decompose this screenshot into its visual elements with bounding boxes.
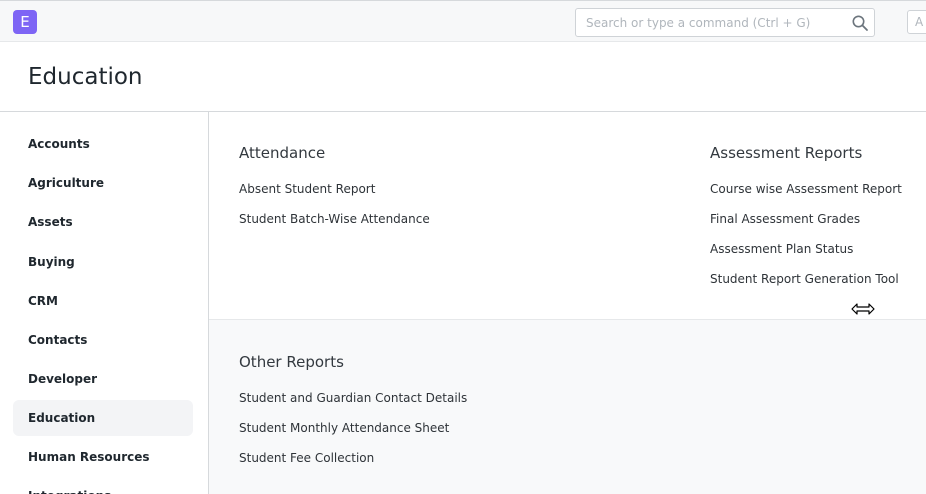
avatar[interactable]: A <box>907 10 926 34</box>
link-student-and-guardian-contact-details[interactable]: Student and Guardian Contact Details <box>239 391 467 405</box>
link-absent-student-report[interactable]: Absent Student Report <box>239 182 375 196</box>
page-title: Education <box>28 64 143 90</box>
sidebar-item-assets[interactable]: Assets <box>13 204 193 240</box>
sidebar: Accounts Agriculture Assets Buying CRM C… <box>0 112 209 494</box>
sidebar-item-contacts[interactable]: Contacts <box>13 322 193 358</box>
search-input[interactable] <box>576 9 846 36</box>
assessment-reports-card-title: Assessment Reports <box>710 144 863 162</box>
link-student-batch-wise-attendance[interactable]: Student Batch-Wise Attendance <box>239 212 430 226</box>
link-student-report-generation-tool[interactable]: Student Report Generation Tool <box>710 272 899 286</box>
reports-section-top: Attendance Absent Student Report Student… <box>209 112 926 320</box>
sidebar-item-crm[interactable]: CRM <box>13 283 193 319</box>
link-course-wise-assessment-report[interactable]: Course wise Assessment Report <box>710 182 902 196</box>
link-student-monthly-attendance-sheet[interactable]: Student Monthly Attendance Sheet <box>239 421 449 435</box>
sidebar-item-developer[interactable]: Developer <box>13 361 193 397</box>
main-content: Attendance Absent Student Report Student… <box>209 112 926 494</box>
link-final-assessment-grades[interactable]: Final Assessment Grades <box>710 212 860 226</box>
reports-section-bottom: Other Reports Student and Guardian Conta… <box>209 320 926 494</box>
link-assessment-plan-status[interactable]: Assessment Plan Status <box>710 242 853 256</box>
sidebar-item-accounts[interactable]: Accounts <box>13 126 193 162</box>
navbar: E A <box>0 0 926 42</box>
attendance-card-title: Attendance <box>239 144 326 162</box>
search-icon[interactable] <box>851 14 869 32</box>
sidebar-item-integrations[interactable]: Integrations <box>13 478 193 494</box>
sidebar-item-education[interactable]: Education <box>13 400 193 436</box>
page-header: Education <box>0 42 926 112</box>
app-logo[interactable]: E <box>13 10 37 34</box>
link-student-fee-collection[interactable]: Student Fee Collection <box>239 451 374 465</box>
resize-cursor-icon <box>851 303 875 315</box>
search-bar[interactable] <box>575 8 875 37</box>
sidebar-item-agriculture[interactable]: Agriculture <box>13 165 193 201</box>
other-reports-card-title: Other Reports <box>239 353 344 371</box>
sidebar-item-human-resources[interactable]: Human Resources <box>13 439 193 475</box>
sidebar-item-buying[interactable]: Buying <box>13 244 193 280</box>
